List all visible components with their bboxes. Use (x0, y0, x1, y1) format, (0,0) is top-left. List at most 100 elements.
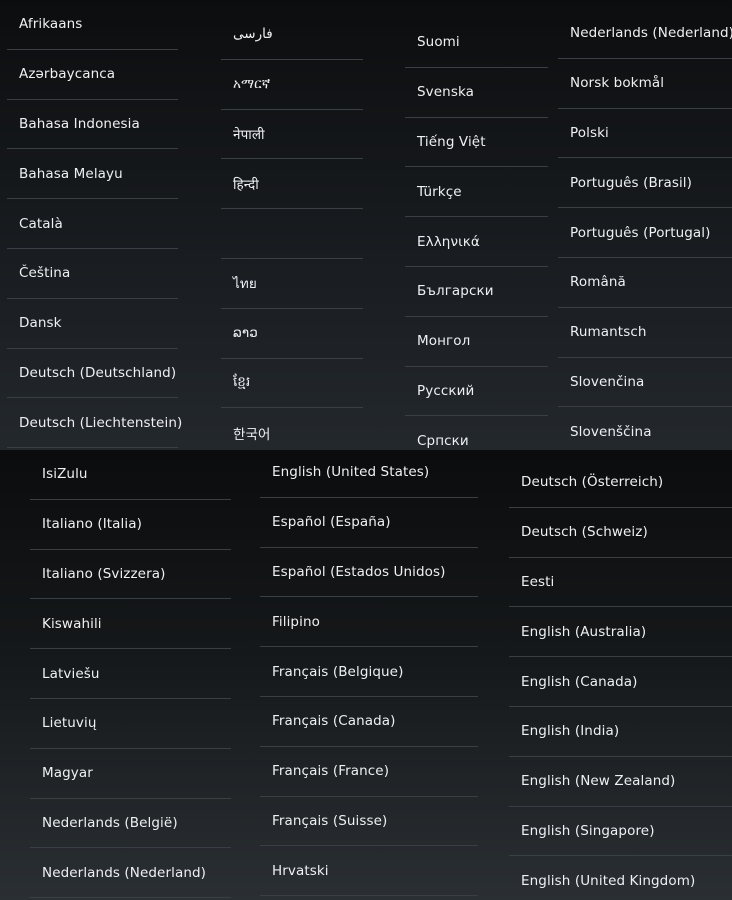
language-list-item[interactable]: English (Canada) (509, 657, 732, 707)
language-list-item[interactable]: Français (Suisse) (260, 797, 478, 847)
language-label: Svenska (417, 84, 475, 101)
language-label: Bahasa Melayu (19, 165, 123, 182)
language-list-item[interactable]: Español (España) (260, 498, 478, 548)
language-list-item[interactable]: Rumantsch (558, 308, 732, 358)
language-list-item[interactable]: Slovenščina (558, 407, 732, 450)
language-list-item[interactable]: English (United States) (260, 450, 478, 498)
language-list-item[interactable]: Català (7, 199, 178, 249)
language-list-item[interactable]: Français (France) (260, 747, 478, 797)
top-column-2: فارسی አማርኛ नेपाली हिन्दी ไทย ລາວ ខ្មែរ 한국어 (221, 10, 363, 450)
language-list-item[interactable]: ខ្មែរ (221, 359, 363, 409)
language-label: Română (570, 274, 626, 291)
language-label: ລາວ (233, 325, 258, 342)
language-label: ខ្មែរ (233, 373, 251, 390)
language-list-item[interactable]: Español (Estados Unidos) (260, 548, 478, 598)
language-list-item[interactable]: Français (Belgique) (260, 647, 478, 697)
language-label: Français (France) (272, 763, 390, 780)
language-label: English (United Kingdom) (521, 872, 696, 889)
language-list-item[interactable]: Italiano (Svizzera) (30, 550, 231, 600)
language-list-item[interactable]: Suomi (405, 18, 548, 68)
language-list-item[interactable]: Bahasa Melayu (7, 149, 178, 200)
language-list-item[interactable]: Latviešu (30, 649, 231, 699)
language-list-item[interactable]: Nederlands (Nederland) (558, 9, 732, 59)
language-list-item[interactable]: Português (Brasil) (558, 158, 732, 209)
language-list-item[interactable]: हिन्दी (221, 159, 363, 210)
language-label: Rumantsch (570, 324, 647, 341)
language-list-item[interactable]: Deutsch (Liechtenstein) (7, 398, 182, 449)
language-list-bottom-panel: IsiZulu Italiano (Italia) Italiano (Svizze… (0, 450, 732, 900)
language-label: Español (España) (272, 514, 391, 531)
language-label: Italiano (Svizzera) (42, 565, 166, 582)
language-list-item[interactable]: Azərbaycanca (7, 50, 178, 100)
language-list-item[interactable]: नेपाली (221, 110, 363, 160)
language-list-item[interactable]: فارسی (221, 10, 363, 60)
language-list-item[interactable]: English (Singapore) (509, 807, 732, 857)
language-list-item[interactable]: Tiếng Việt (405, 118, 548, 168)
language-label: Hrvatski (272, 862, 329, 879)
language-label: Polski (570, 124, 609, 141)
language-list-item[interactable]: Türkçe (405, 167, 548, 218)
language-list-item[interactable]: Hrvatski (260, 846, 478, 897)
language-label: Deutsch (Deutschland) (19, 364, 177, 381)
language-list-item[interactable]: Deutsch (Schweiz) (509, 508, 732, 558)
language-list-item[interactable]: Deutsch (Österreich) (509, 458, 732, 508)
language-list-item[interactable]: Lietuvių (30, 699, 231, 749)
language-label: Nederlands (België) (42, 814, 178, 831)
language-list-item[interactable]: IsiZulu (30, 450, 231, 500)
language-list-item[interactable]: ລາວ (221, 309, 363, 359)
language-list-item[interactable]: Svenska (405, 68, 548, 118)
language-list-item[interactable]: Magyar (30, 749, 231, 799)
language-label: Norsk bokmål (570, 75, 665, 92)
language-list-item[interactable]: Română (558, 258, 732, 308)
language-list-item[interactable]: Kiswahili (30, 599, 231, 650)
language-list-item[interactable]: Монгол (405, 317, 548, 367)
language-list-item[interactable]: Slovenčina (558, 358, 732, 408)
language-list-item[interactable]: Português (Portugal) (558, 208, 732, 258)
language-list-item[interactable]: Filipino (260, 597, 478, 648)
language-label: Slovenčina (570, 373, 645, 390)
language-label: Español (Estados Unidos) (272, 563, 446, 580)
language-label: Latviešu (42, 665, 100, 682)
language-list-item[interactable]: Čeština (7, 249, 178, 299)
language-list-item[interactable]: Français (Canada) (260, 697, 478, 747)
language-list-item[interactable]: Русский (405, 367, 548, 417)
language-list-item[interactable]: Nederlands (Nederland) (30, 848, 231, 899)
language-label: Српски (417, 432, 469, 449)
language-list-top-panel: Afrikaans Azərbaycanca Bahasa Indonesia Bah… (0, 0, 732, 450)
language-list-item[interactable]: Eesti (509, 558, 732, 608)
language-label: Bahasa Indonesia (19, 115, 140, 132)
language-list-item[interactable]: Српски (405, 416, 548, 450)
language-list-item[interactable]: English (New Zealand) (509, 757, 732, 807)
language-list-item[interactable]: English (India) (509, 707, 732, 757)
language-list-item[interactable]: Italiano (Italia) (30, 500, 231, 550)
top-column-3: Suomi Svenska Tiếng Việt Türkçe Ελληνικά Бълг… (405, 18, 548, 450)
language-label: Azərbaycanca (19, 66, 116, 83)
language-label: ไทย (233, 276, 257, 293)
language-list-item[interactable]: Afrikaans (7, 0, 178, 50)
bottom-column-1: IsiZulu Italiano (Italia) Italiano (Svizze… (30, 450, 231, 899)
language-label: አማርኛ (233, 76, 271, 93)
top-column-1: Afrikaans Azərbaycanca Bahasa Indonesia Bah… (7, 0, 182, 449)
language-label: Kiswahili (42, 615, 102, 632)
language-list-item[interactable]: Български (405, 267, 548, 317)
language-label: English (Australia) (521, 623, 647, 640)
language-list-item[interactable]: English (United Kingdom) (509, 856, 732, 900)
language-list-item[interactable]: English (Australia) (509, 607, 732, 658)
language-list-item[interactable]: Norsk bokmål (558, 59, 732, 109)
language-list-item[interactable]: Deutsch (Deutschland) (7, 349, 178, 399)
language-list-item[interactable]: Dansk (7, 299, 178, 349)
language-label: Suomi (417, 34, 460, 51)
language-list-item[interactable]: Polski (558, 109, 732, 159)
language-list-item[interactable] (221, 209, 363, 259)
language-label: Eesti (521, 573, 555, 590)
language-label: Português (Brasil) (570, 174, 693, 191)
bottom-column-2: English (United States) Español (España) E… (260, 450, 478, 897)
language-list-item[interactable]: Ελληνικά (405, 217, 548, 267)
language-list-item[interactable]: Nederlands (België) (30, 799, 231, 849)
language-label: English (India) (521, 723, 620, 740)
language-list-item[interactable]: Bahasa Indonesia (7, 100, 178, 150)
language-label: English (New Zealand) (521, 773, 676, 790)
language-list-item[interactable]: አማርኛ (221, 60, 363, 110)
language-list-item[interactable]: 한국어 (221, 408, 363, 450)
language-list-item[interactable]: ไทย (221, 259, 363, 309)
